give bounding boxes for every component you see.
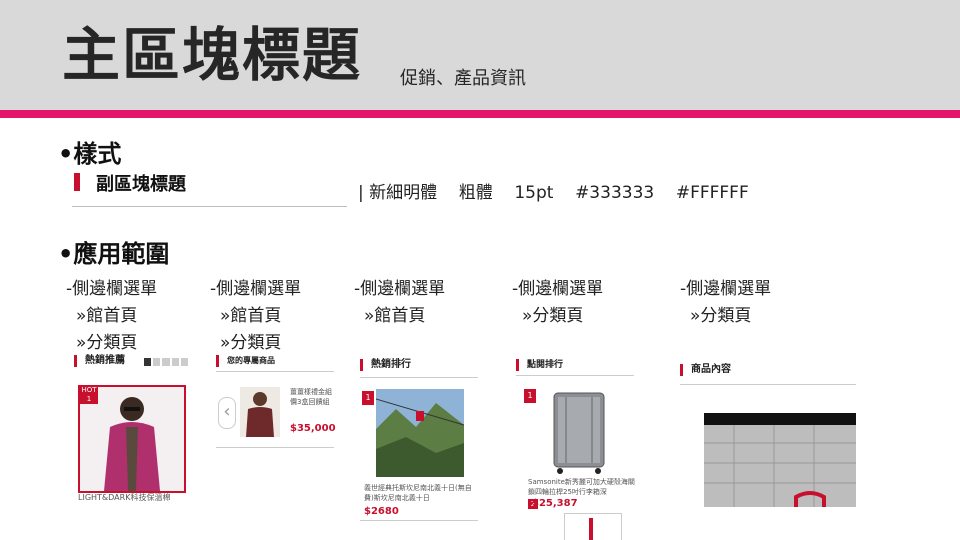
thumbnail-title: 點閱排行 bbox=[516, 359, 563, 371]
page-subtitle: 促銷、產品資訊 bbox=[400, 68, 526, 89]
thumbnail-hot-picks: 熱銷推薦 HOT 1 LIGHT&DARK科技保溫棉 bbox=[74, 355, 194, 505]
header-accent-bar bbox=[0, 110, 960, 118]
usage-line: »分類頁 bbox=[220, 333, 282, 353]
rank-badge: 1 bbox=[362, 391, 374, 405]
usage-column-3: -側邊欄選單 »館首頁 bbox=[354, 276, 445, 330]
thumbnail-title: 熱銷推薦 bbox=[74, 355, 125, 367]
subheading-sample-label: 副區塊標題 bbox=[96, 174, 186, 195]
next-item-image bbox=[564, 513, 622, 540]
divider bbox=[216, 447, 334, 448]
thumbnail-product-content: 商品內容 bbox=[680, 355, 858, 515]
red-marker bbox=[74, 173, 80, 191]
divider bbox=[680, 384, 856, 385]
thumbnail-bestseller: 熱銷排行 1 義世經典托斯坎尼南北義十日(無自費)斯坎尼南北義十日 $2680 bbox=[360, 355, 480, 525]
product-desc: 義世經典托斯坎尼南北義十日(無自費)斯坎尼南北義十日 bbox=[364, 484, 472, 502]
product-image bbox=[704, 413, 856, 507]
rank-badge: 1 bbox=[524, 389, 536, 403]
usage-line: »館首頁 bbox=[364, 306, 426, 326]
usage-line: -側邊欄選單 bbox=[354, 279, 446, 299]
usage-column-5: -側邊欄選單 »分類頁 bbox=[680, 276, 771, 330]
usage-column-1: -側邊欄選單 »館首頁 »分類頁 bbox=[66, 276, 157, 357]
thumbnail-personal-picks: 您的專屬商品 ‹ 薑薑樣禮金組 價3盒回饋組 $35,000 bbox=[216, 355, 336, 455]
product-image bbox=[540, 387, 624, 477]
thumbnail-most-viewed: 點閱排行 1 Samsonite新秀麗可加大硬殼海關鎖四輪拉桿25吋行李箱深 2… bbox=[516, 355, 636, 540]
thumbnail-title: 您的專屬商品 bbox=[216, 355, 275, 367]
usage-column-4: -側邊欄選單 »分類頁 bbox=[512, 276, 603, 330]
thumbnail-title: 商品內容 bbox=[680, 364, 731, 376]
product-price: $35,000 bbox=[290, 423, 336, 434]
divider bbox=[360, 377, 478, 378]
usage-line: -側邊欄選單 bbox=[66, 279, 158, 299]
usage-line: »館首頁 bbox=[76, 306, 138, 326]
divider bbox=[216, 371, 334, 372]
product-price: $2680 bbox=[364, 506, 399, 517]
product-caption: LIGHT&DARK科技保溫棉 bbox=[78, 493, 171, 502]
product-price: $25,387 bbox=[532, 498, 578, 509]
usage-line: -側邊欄選單 bbox=[512, 279, 604, 299]
product-image bbox=[375, 389, 465, 477]
divider bbox=[360, 520, 478, 521]
usage-column-2: -側邊欄選單 »館首頁 »分類頁 bbox=[210, 276, 301, 357]
product-image bbox=[240, 387, 280, 437]
usage-line: -側邊欄選單 bbox=[210, 279, 302, 299]
subheading-sample: 副區塊標題 bbox=[72, 170, 347, 207]
usage-line: -側邊欄選單 bbox=[680, 279, 772, 299]
usage-line: »分類頁 bbox=[522, 306, 584, 326]
usage-line: »分類頁 bbox=[690, 306, 752, 326]
divider bbox=[516, 375, 634, 376]
pager-dots bbox=[144, 358, 189, 366]
usage-line: »分類頁 bbox=[76, 333, 138, 353]
style-heading: •樣式 bbox=[58, 140, 122, 168]
product-desc: 薑薑樣禮金組 價3盒回饋組 bbox=[290, 388, 332, 406]
usage-heading: •應用範圍 bbox=[58, 240, 170, 268]
style-spec: | 新細明體 粗體 15pt #333333 #FFFFFF bbox=[358, 183, 749, 203]
page-title: 主區塊標題 bbox=[62, 21, 363, 89]
usage-line: »館首頁 bbox=[220, 306, 282, 326]
thumbnail-title: 熱銷排行 bbox=[360, 359, 411, 371]
product-desc: Samsonite新秀麗可加大硬殼海關鎖四輪拉桿25吋行李箱深 bbox=[528, 478, 635, 496]
chevron-left-icon[interactable]: ‹ bbox=[218, 397, 236, 429]
hot-badge: HOT 1 bbox=[80, 386, 98, 404]
